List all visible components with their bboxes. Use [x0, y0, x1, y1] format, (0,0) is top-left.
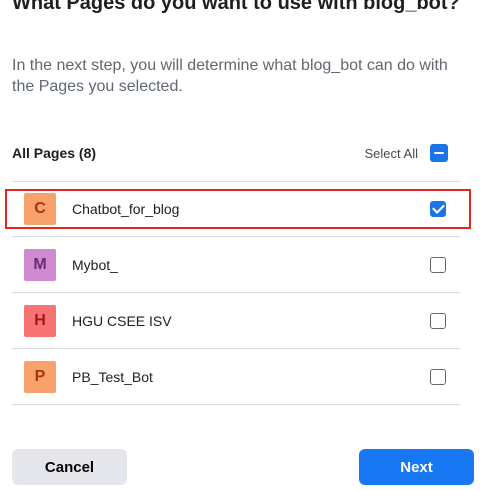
page-avatar: P: [24, 360, 56, 393]
page-row-2[interactable]: H HGU CSEE ISV: [12, 293, 460, 349]
page-avatar: M: [24, 248, 56, 281]
next-button[interactable]: Next: [359, 449, 474, 485]
page-name: Chatbot_for_blog: [72, 201, 180, 217]
page-name: PB_Test_Bot: [72, 368, 153, 385]
page-list-header: All Pages (8) Select All: [12, 138, 448, 168]
page-checkbox[interactable]: [430, 201, 446, 217]
page-checkbox[interactable]: [430, 256, 446, 273]
dialog-title: What Pages do you want to use with blog_…: [12, 0, 460, 14]
page-avatar: C: [24, 193, 56, 225]
page-name: HGU CSEE ISV: [72, 312, 172, 329]
page-row-3[interactable]: P PB_Test_Bot: [12, 349, 460, 405]
dialog-subtitle: In the next step, you will determine wha…: [12, 57, 448, 95]
page-checkbox[interactable]: [430, 312, 446, 329]
page-avatar: H: [24, 304, 56, 337]
select-all-control[interactable]: Select All: [365, 144, 448, 162]
page-row-1[interactable]: M Mybot_: [12, 237, 460, 293]
page-name: Mybot_: [72, 256, 118, 273]
select-all-checkbox[interactable]: [430, 144, 448, 162]
page-list: C Chatbot_for_blog M Mybot_ H HGU CSEE I…: [12, 181, 460, 405]
cancel-button[interactable]: Cancel: [12, 449, 127, 485]
page-checkbox[interactable]: [430, 368, 446, 385]
all-pages-label: All Pages (8): [12, 145, 97, 161]
page-row-0[interactable]: C Chatbot_for_blog: [12, 181, 460, 237]
select-all-label: Select All: [364, 145, 418, 161]
